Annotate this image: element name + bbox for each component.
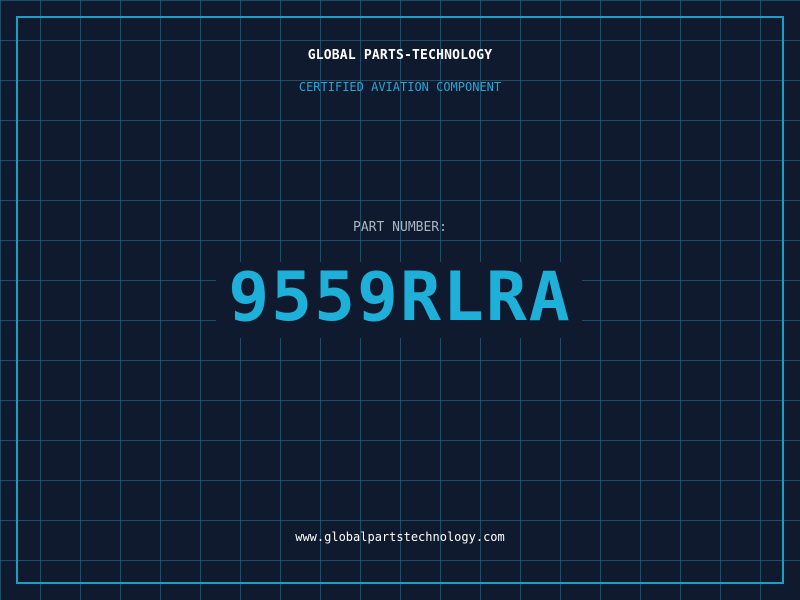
part-number-label: PART NUMBER: <box>353 220 447 235</box>
certification-tagline: CERTIFIED AVIATION COMPONENT <box>298 80 502 94</box>
website-url: www.globalpartstechnology.com <box>295 530 505 544</box>
part-number-value: 9559RLRA <box>228 258 572 337</box>
part-card: GLOBAL PARTS-TECHNOLOGY CERTIFIED AVIATI… <box>0 0 800 600</box>
company-name: GLOBAL PARTS-TECHNOLOGY <box>307 48 493 63</box>
